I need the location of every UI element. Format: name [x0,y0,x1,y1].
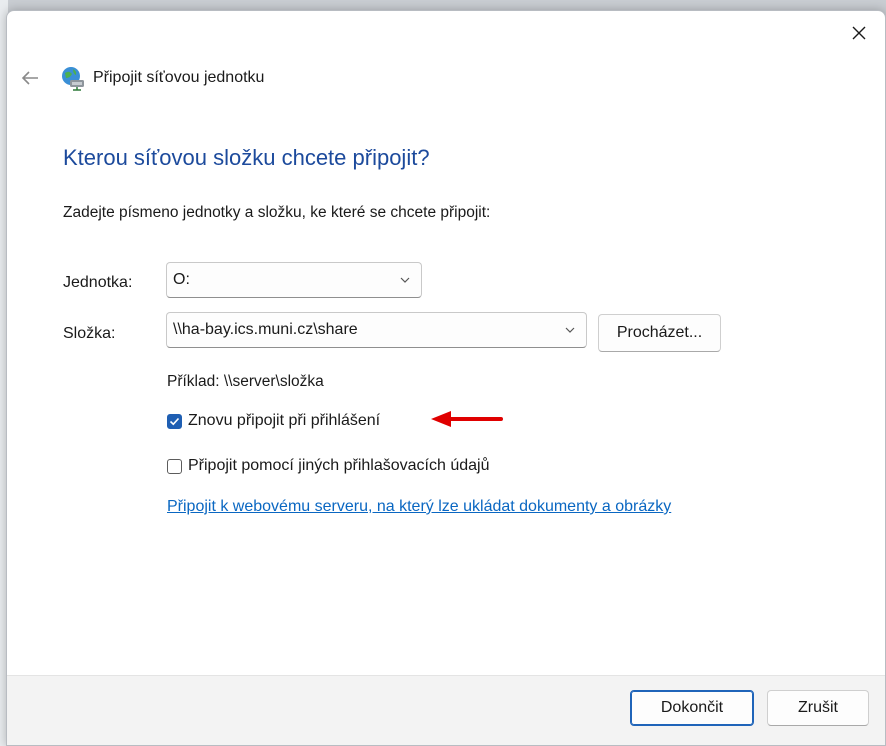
back-button[interactable] [15,65,45,91]
finish-button[interactable]: Dokončit [630,690,754,726]
example-text: Příklad: \\server\složka [167,373,324,390]
instruction-text: Zadejte písmeno jednotky a složku, ke kt… [63,204,491,221]
page-heading: Kterou síťovou složku chcete připojit? [63,145,430,170]
map-network-drive-dialog: Připojit síťovou jednotku Kterou síťovou… [6,10,886,746]
close-button[interactable] [843,17,875,49]
back-arrow-icon [21,71,38,85]
reconnect-checkbox[interactable] [167,413,182,429]
other-credentials-checkbox-row[interactable]: Připojit pomocí jiných přihlašovacích úd… [167,457,489,475]
close-icon [852,26,866,40]
other-credentials-checkbox[interactable] [167,458,182,474]
chevron-down-icon [400,277,410,283]
drive-select-value: O: [173,271,190,288]
reconnect-label: Znovu připojit při přihlášení [188,412,381,429]
folder-label: Složka: [63,325,116,342]
folder-combobox-value: \\ha-bay.ics.muni.cz\share [173,321,358,338]
checkmark-icon [169,417,180,425]
other-credentials-label: Připojit pomocí jiných přihlašovacích úd… [188,457,490,474]
network-drive-icon [62,67,84,91]
window-title: Připojit síťovou jednotku [93,69,265,86]
web-server-link[interactable]: Připojit k webovému serveru, na který lz… [167,498,671,516]
browse-button[interactable]: Procházet... [598,314,721,352]
drive-select[interactable]: O: [166,262,422,298]
red-arrow-annotation-icon [431,411,503,427]
chevron-down-icon [565,327,575,333]
dialog-footer: Dokončit Zrušit [7,675,885,745]
drive-label: Jednotka: [63,274,133,291]
folder-combobox[interactable]: \\ha-bay.ics.muni.cz\share [166,312,587,348]
cancel-button[interactable]: Zrušit [767,690,869,726]
reconnect-checkbox-row[interactable]: Znovu připojit při přihlášení [167,412,380,430]
